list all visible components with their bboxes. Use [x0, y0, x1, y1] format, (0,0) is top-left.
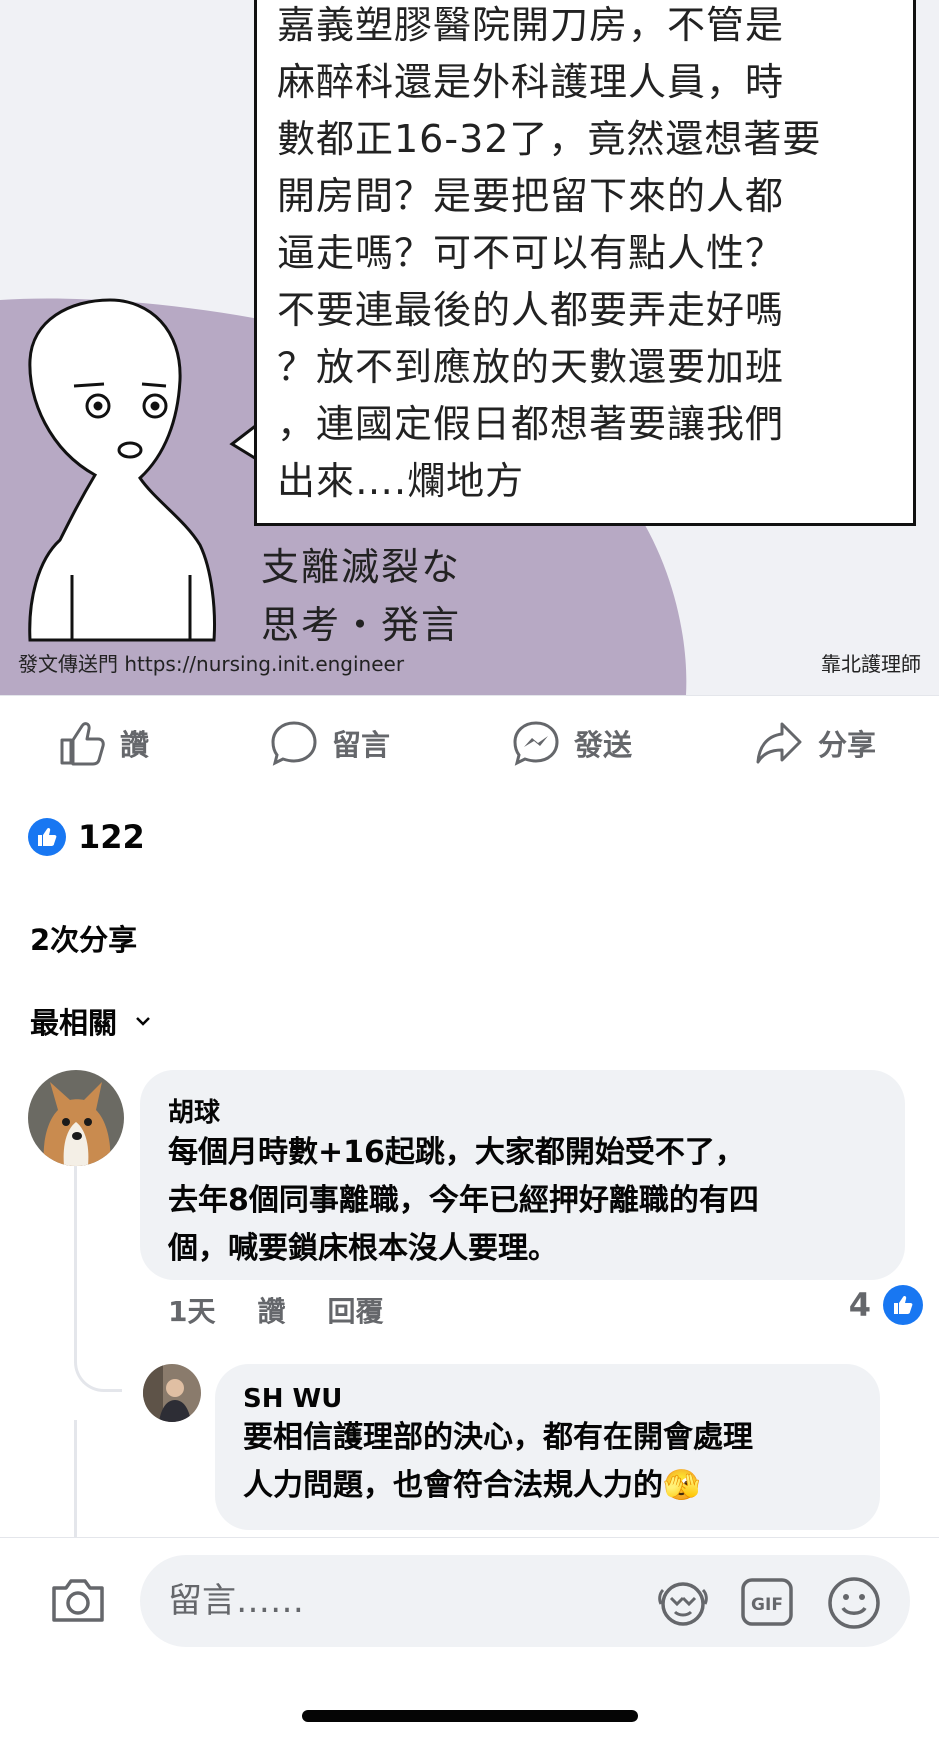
comment-line-text: 人力問題，也會符合法規人力的: [243, 1468, 663, 1503]
comment-author[interactable]: SH WU: [243, 1384, 852, 1414]
face-peeking-emoji: 🫣: [663, 1468, 701, 1503]
comment-line: 人力問題，也會符合法規人力的🫣: [243, 1462, 852, 1510]
comment-author[interactable]: 胡球: [168, 1092, 877, 1129]
caption-line: 支離滅裂な: [261, 545, 462, 589]
user-photo-avatar: [143, 1364, 201, 1422]
avatar-sticker-button[interactable]: [655, 1576, 711, 1632]
watermark-link: 發文傳送門 https://nursing.init.engineer: [18, 652, 405, 676]
gif-icon: GIF: [741, 1578, 793, 1626]
like-button[interactable]: 讚: [58, 718, 149, 768]
sort-label: 最相關: [30, 1006, 118, 1040]
like-reaction-icon: [883, 1285, 923, 1325]
reaction-count: 122: [78, 818, 145, 856]
svg-text:GIF: GIF: [751, 1595, 783, 1615]
bubble-line: 數都正16-32了，竟然還想著要: [277, 117, 822, 161]
comment-bubble[interactable]: SH WU 要相信護理部的決心，都有在開會處理 人力問題，也會符合法規人力的🫣: [215, 1364, 880, 1530]
comment-reaction-count[interactable]: 4: [849, 1285, 923, 1325]
bubble-line: ，連國定假日都想著要讓我們: [277, 402, 785, 446]
reaction-summary[interactable]: 122: [28, 818, 145, 856]
like-label: 讚: [120, 728, 150, 762]
share-count[interactable]: 2次分享: [30, 917, 137, 959]
comment-line: 個，喊要鎖床根本沒人要理。: [168, 1231, 558, 1266]
comment-reply-button[interactable]: 回覆: [328, 1290, 384, 1330]
comment-line: 去年8個同事離職，今年已經押好離職的有四: [168, 1183, 759, 1218]
avatar[interactable]: [143, 1364, 201, 1422]
bubble-line: 出來….爛地方: [277, 459, 525, 503]
comment-text: 要相信護理部的決心，都有在開會處理 人力問題，也會符合法規人力的🫣: [243, 1414, 852, 1510]
home-indicator[interactable]: [302, 1710, 638, 1722]
thumbs-up-icon: [60, 722, 105, 766]
post-image[interactable]: 嘉義塑膠醫院開刀房，不管是 麻醉科還是外科護理人員，時 數都正16-32了，竟然…: [0, 0, 939, 695]
smiley-icon: [828, 1577, 880, 1629]
chevron-down-icon: [136, 1017, 150, 1026]
bubble-line: 嘉義塑膠醫院開刀房，不管是: [277, 3, 785, 47]
send-button[interactable]: 發送: [512, 718, 632, 768]
bubble-line: 麻醉科還是外科護理人員，時: [277, 60, 785, 104]
comment-sort-dropdown[interactable]: 最相關: [30, 1000, 151, 1042]
gif-button[interactable]: GIF: [740, 1576, 794, 1632]
avatar[interactable]: [28, 1070, 124, 1166]
comment-composer: GIF: [0, 1537, 939, 1744]
comment-line: 每個月時數+16起跳，大家都開始受不了，: [168, 1135, 745, 1170]
send-label: 發送: [574, 728, 633, 762]
bubble-line: 逼走嗎？可不可以有點人性？: [277, 231, 785, 275]
comment-line: 要相信護理部的決心，都有在開會處理: [243, 1420, 753, 1455]
comment-input[interactable]: [140, 1555, 910, 1647]
comment-text: 每個月時數+16起跳，大家都開始受不了， 去年8個同事離職，今年已經押好離職的有…: [168, 1129, 877, 1273]
thread-connector-curve: [74, 1320, 122, 1392]
share-arrow-icon: [756, 722, 802, 764]
comment-bubble[interactable]: 胡球 每個月時數+16起跳，大家都開始受不了， 去年8個同事離職，今年已經押好離…: [140, 1070, 905, 1280]
share-label: 分享: [818, 728, 877, 762]
corgi-avatar-image: [28, 1070, 124, 1166]
comment-like-count: 4: [848, 1286, 871, 1324]
comment-bubble-icon: [271, 721, 317, 766]
post-action-bar: 讚 留言 發送 分享: [0, 695, 939, 796]
camera-button[interactable]: [50, 1576, 106, 1628]
thread-connector: [74, 1420, 77, 1540]
comment-like-button[interactable]: 讚: [257, 1290, 285, 1330]
bubble-line: 不要連最後的人都要弄走好嗎: [277, 288, 785, 332]
emoji-button[interactable]: [826, 1576, 882, 1634]
bubble-line: ？放不到應放的天數還要加班: [277, 345, 785, 389]
share-button[interactable]: 分享: [754, 718, 876, 768]
bubble-line: 開房間？是要把留下來的人都: [277, 174, 785, 218]
camera-icon: [52, 1579, 104, 1622]
comment-time: 1天: [168, 1295, 216, 1328]
avatar-sticker-icon: [658, 1582, 708, 1626]
like-reaction-icon: [28, 818, 66, 856]
comic-caption: 支離滅裂な 思考・発言: [261, 538, 461, 654]
comment-meta: 1天 讚 回覆: [168, 1290, 384, 1330]
comment-button[interactable]: 留言: [270, 718, 390, 768]
comment-label: 留言: [332, 728, 391, 762]
messenger-icon: [513, 721, 559, 766]
watermark-page-name: 靠北護理師: [821, 652, 921, 676]
caption-line: 思考・発言: [261, 603, 462, 647]
speech-bubble: 嘉義塑膠醫院開刀房，不管是 麻醉科還是外科護理人員，時 數都正16-32了，竟然…: [254, 0, 916, 526]
